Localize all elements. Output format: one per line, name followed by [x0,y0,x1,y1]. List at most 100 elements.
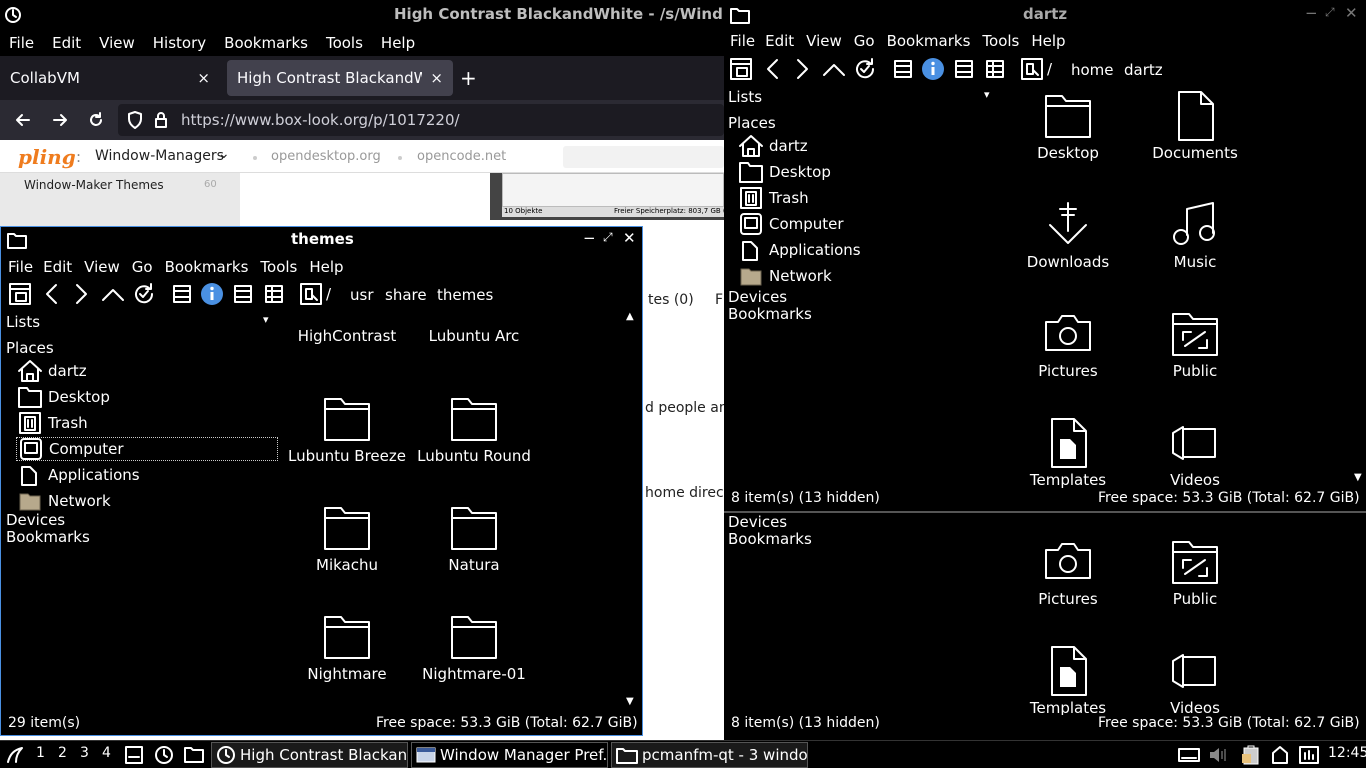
folder-item[interactable]: Nightmare-01 [404,609,544,683]
scroll-down-arrow[interactable]: ▼ [1354,472,1362,483]
bookmarks-label[interactable]: Bookmarks [728,305,812,323]
devices-label[interactable]: Devices [728,288,787,306]
reload-icon[interactable] [131,281,157,307]
detailed-view-icon[interactable] [982,56,1008,82]
desktop-4[interactable]: 4 [102,745,111,761]
folder-item[interactable]: Mikachu [281,500,417,574]
menu-tools[interactable]: Tools [254,258,303,276]
tab-collabvm[interactable]: CollabVM × [0,60,220,96]
lists-label[interactable]: Lists [728,88,762,106]
devices-label[interactable]: Devices [728,513,787,531]
minimize-button[interactable]: − [583,229,596,247]
minimize-button[interactable]: − [1305,4,1318,22]
menu-bookmarks[interactable]: Bookmarks [881,32,977,50]
up-icon[interactable] [100,281,126,307]
places-label[interactable]: Places [6,339,54,357]
reload-icon[interactable] [87,111,105,129]
folder-item[interactable]: Lubuntu Arc [404,311,544,345]
folder-item-templates[interactable]: Templates [998,415,1138,489]
link-opendesktop[interactable]: opendesktop.org [271,149,381,164]
menu-history[interactable]: History [144,34,215,52]
themes-titlebar[interactable]: themes − ⤢ ✕ [1,227,642,253]
path-root[interactable]: / [326,285,331,303]
clock[interactable]: 12:45 [1328,745,1366,761]
forward-icon[interactable] [51,111,69,129]
back-icon[interactable] [39,281,65,307]
menu-help[interactable]: Help [303,258,349,276]
menu-go[interactable]: Go [126,258,159,276]
shield-icon[interactable] [127,111,143,129]
show-desktop-icon[interactable] [124,745,144,765]
tab-close-button[interactable]: × [430,69,443,87]
close-button[interactable]: ✕ [1345,4,1358,22]
place-dartz[interactable]: dartz [737,134,808,158]
devices-label[interactable]: Devices [6,511,65,529]
desktop-1[interactable]: 1 [36,745,45,761]
path-edit-icon[interactable] [298,281,324,307]
volume-icon[interactable] [1208,746,1228,764]
task-window-manager-prefs[interactable]: Window Manager Pref... [411,742,608,768]
network-status-icon[interactable] [1298,745,1320,765]
compact-view-icon[interactable] [951,56,977,82]
folder-item-public[interactable]: Public [1125,534,1265,608]
place-computer[interactable]: Computer [16,437,278,461]
task-pcmanfm[interactable]: pcmanfm-qt - 3 windows [611,742,808,768]
folder-item-public[interactable]: Public [1125,306,1265,380]
file-manager-launcher-icon[interactable] [184,745,204,765]
comments-tab-fragment[interactable]: tes (0) [648,292,694,308]
category-dropdown[interactable]: Window-Managers [95,148,224,164]
desktop-3[interactable]: 3 [80,745,89,761]
menu-help[interactable]: Help [1025,32,1071,50]
menu-help[interactable]: Help [372,34,424,52]
folder-item-downloads[interactable]: Downloads [998,197,1138,271]
tab-close-button[interactable]: × [197,69,210,87]
menu-edit[interactable]: Edit [43,34,90,52]
menu-file[interactable]: File [0,34,43,52]
path-root[interactable]: / [1047,60,1052,78]
path-home[interactable]: home [1071,61,1114,79]
firefox-titlebar[interactable]: High Contrast BlackandWhite - /s/Window [0,0,724,29]
maximize-button[interactable]: ⤢ [1325,5,1335,20]
product-screenshot[interactable]: 10 Objekte Freier Speicherplatz: 803,7 G… [490,173,726,220]
desktop-2[interactable]: 2 [58,745,67,761]
menu-tools[interactable]: Tools [976,32,1025,50]
place-computer[interactable]: Computer [737,212,844,236]
menu-edit[interactable]: Edit [759,32,800,50]
folder-item-desktop[interactable]: Desktop [998,88,1138,162]
folder-item[interactable]: Natura [404,500,544,574]
folder-item[interactable]: Lubuntu Breeze [281,391,417,465]
maximize-button[interactable]: ⤢ [603,230,613,245]
task-firefox[interactable]: High Contrast Blackan... [211,742,408,768]
reload-icon[interactable] [852,56,878,82]
menu-go[interactable]: Go [848,32,881,50]
menu-bookmarks[interactable]: Bookmarks [159,258,255,276]
path-edit-icon[interactable] [1019,56,1045,82]
path-dartz[interactable]: dartz [1124,61,1163,79]
new-window-icon[interactable] [728,56,754,82]
clipboard-icon[interactable] [1240,745,1262,765]
new-tab-button[interactable]: + [460,66,477,90]
place-desktop[interactable]: Desktop [16,385,110,409]
back-icon[interactable] [760,56,786,82]
path-themes[interactable]: themes [437,286,493,304]
chevron-down-icon[interactable]: ⌄ [218,146,230,162]
info-icon[interactable] [199,281,225,307]
back-icon[interactable] [14,111,32,129]
lists-label[interactable]: Lists [6,313,40,331]
new-window-icon[interactable] [7,281,33,307]
forward-icon[interactable] [789,56,815,82]
menu-view[interactable]: View [800,32,848,50]
firefox-launcher-icon[interactable] [154,745,174,765]
link-opencode[interactable]: opencode.net [417,149,506,164]
menu-file[interactable]: File [724,32,759,50]
dartz-titlebar[interactable]: dartz − ⤢ ✕ [724,0,1366,28]
bookmarks-label[interactable]: Bookmarks [6,528,90,546]
folder-item-templates[interactable]: Templates [998,643,1138,715]
scroll-up-arrow[interactable]: ▲ [626,311,634,322]
chevron-down-icon[interactable]: ▾ [263,313,269,326]
path-usr[interactable]: usr [350,286,374,304]
menu-tools[interactable]: Tools [317,34,372,52]
url-bar[interactable]: https://www.box-look.org/p/1017220/ [118,104,724,136]
place-trash[interactable]: Trash [16,411,88,435]
place-desktop[interactable]: Desktop [737,160,831,184]
